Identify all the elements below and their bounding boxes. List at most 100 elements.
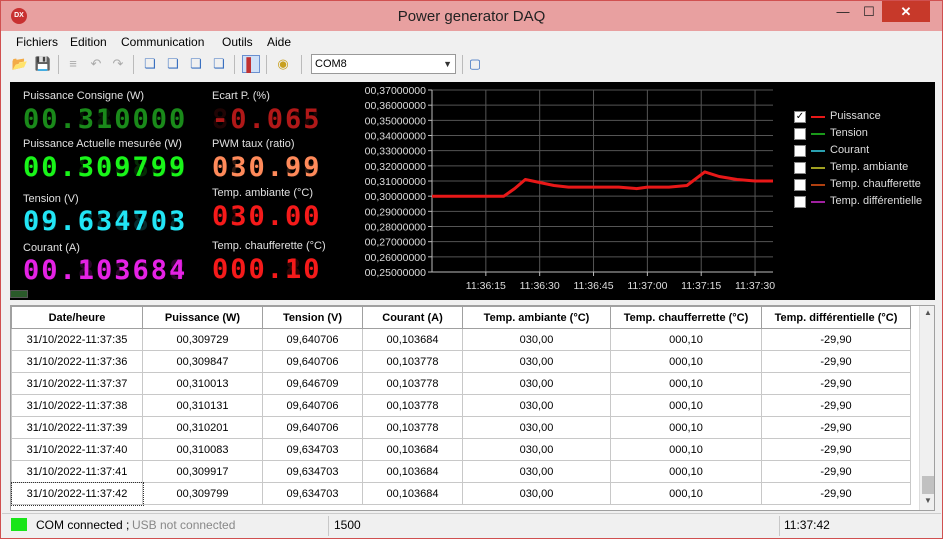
column-header[interactable]: Temp. différentielle (°C) (761, 306, 911, 329)
column-header[interactable]: Temp. chaufferrette (°C) (610, 306, 762, 329)
checkbox-icon[interactable] (794, 179, 806, 191)
redo-icon[interactable]: ↷ (109, 55, 127, 73)
table-cell[interactable]: 030,00 (462, 438, 611, 461)
column-header[interactable]: Courant (A) (362, 306, 463, 329)
legend-item-tension[interactable]: Tension (794, 127, 934, 141)
table-cell[interactable]: 000,10 (610, 460, 762, 483)
table-cell[interactable]: -29,90 (761, 372, 911, 395)
column-header[interactable]: Temp. ambiante (°C) (462, 306, 611, 329)
table-cell[interactable]: -29,90 (761, 482, 911, 505)
column-header[interactable]: Puissance (W) (142, 306, 263, 329)
table-cell[interactable]: 00,309729 (142, 328, 263, 351)
table-cell[interactable]: 030,00 (462, 394, 611, 417)
copy-icon-3[interactable]: ❏ (187, 55, 205, 73)
table-cell[interactable]: 00,103684 (362, 328, 463, 351)
table-cell[interactable]: 00,103778 (362, 394, 463, 417)
table-cell[interactable]: 00,103778 (362, 372, 463, 395)
table-cell[interactable]: 00,310131 (142, 394, 263, 417)
table-cell[interactable]: 000,10 (610, 328, 762, 351)
maximize-button[interactable]: ☐ (856, 1, 882, 22)
table-cell[interactable]: 31/10/2022-11:37:35 (11, 328, 143, 351)
table-cell[interactable]: -29,90 (761, 438, 911, 461)
table-cell[interactable]: 00,103684 (362, 460, 463, 483)
table-cell[interactable]: 31/10/2022-11:37:38 (11, 394, 143, 417)
menu-edition[interactable]: Edition (70, 35, 107, 49)
table-cell[interactable]: 000,10 (610, 372, 762, 395)
table-cell[interactable]: 00,309847 (142, 350, 263, 373)
table-cell[interactable]: 09,640706 (262, 350, 363, 373)
table-row[interactable]: 31/10/2022-11:37:37 00,310013 09,646709 00,… (11, 372, 911, 395)
table-cell[interactable]: 00,309799 (142, 482, 263, 505)
table-cell[interactable]: 00,103684 (362, 438, 463, 461)
open-folder-icon[interactable]: 📂 (11, 55, 29, 73)
table-cell[interactable]: 00,310201 (142, 416, 263, 439)
table-cell[interactable]: 00,310083 (142, 438, 263, 461)
table-cell[interactable]: 31/10/2022-11:37:36 (11, 350, 143, 373)
chart-toggle-icon[interactable]: ▌ (242, 55, 260, 73)
column-header[interactable]: Tension (V) (262, 306, 363, 329)
title-bar[interactable]: DX Power generator DAQ — ☐ ✕ (1, 1, 942, 31)
table-cell[interactable]: 31/10/2022-11:37:39 (11, 416, 143, 439)
table-row[interactable]: 31/10/2022-11:37:42 00,309799 09,634703 00,… (11, 481, 911, 506)
copy-icon-4[interactable]: ❏ (210, 55, 228, 73)
legend-item-temp-ambiante[interactable]: Temp. ambiante (794, 161, 934, 175)
table-cell[interactable]: 31/10/2022-11:37:40 (11, 438, 143, 461)
save-icon[interactable]: 💾 (34, 55, 52, 73)
table-row[interactable]: 31/10/2022-11:37:38 00,310131 09,640706 00,… (11, 394, 911, 417)
table-cell[interactable]: 09,640706 (262, 416, 363, 439)
table-row[interactable]: 31/10/2022-11:37:35 00,309729 09,640706 00,… (11, 328, 911, 351)
table-cell[interactable]: 31/10/2022-11:37:37 (11, 372, 143, 395)
scroll-up-icon[interactable]: ▲ (920, 308, 934, 317)
checkbox-icon[interactable] (794, 128, 806, 140)
table-cell[interactable]: 000,10 (610, 350, 762, 373)
table-cell[interactable]: 030,00 (462, 328, 611, 351)
hierarchy-icon[interactable]: ≡ (64, 55, 82, 73)
scroll-down-icon[interactable]: ▼ (920, 496, 934, 505)
legend-item-temp-chaufferette[interactable]: Temp. chaufferette (794, 178, 934, 192)
table-cell[interactable]: 09,634703 (262, 482, 363, 505)
close-button[interactable]: ✕ (882, 1, 930, 22)
lock-icon[interactable]: ◉ (274, 55, 292, 73)
checkbox-icon[interactable] (794, 162, 806, 174)
scroll-thumb[interactable] (922, 476, 934, 494)
table-cell[interactable]: -29,90 (761, 416, 911, 439)
menu-communication[interactable]: Communication (121, 35, 204, 49)
table-cell[interactable]: 000,10 (610, 416, 762, 439)
table-cell[interactable]: 09,640706 (262, 394, 363, 417)
vertical-scrollbar[interactable]: ▲ ▼ (919, 306, 934, 510)
table-cell[interactable]: 000,10 (610, 394, 762, 417)
legend-item-puissance[interactable]: ✓ Puissance (794, 110, 934, 124)
table-cell[interactable]: 00,310013 (142, 372, 263, 395)
table-cell[interactable]: 31/10/2022-11:37:42 (11, 481, 144, 506)
column-header[interactable]: Date/heure (11, 306, 143, 329)
table-cell[interactable]: -29,90 (761, 328, 911, 351)
table-cell[interactable]: 00,309917 (142, 460, 263, 483)
checkbox-icon[interactable] (794, 145, 806, 157)
copy-icon[interactable]: ❏ (141, 55, 159, 73)
minimize-button[interactable]: — (830, 1, 856, 22)
table-row[interactable]: 31/10/2022-11:37:41 00,309917 09,634703 00,… (11, 460, 911, 483)
com-port-select[interactable]: COM8 ▼ (311, 54, 456, 74)
menu-outils[interactable]: Outils (222, 35, 253, 49)
table-cell[interactable]: 030,00 (462, 350, 611, 373)
table-cell[interactable]: 030,00 (462, 460, 611, 483)
undo-icon[interactable]: ↶ (87, 55, 105, 73)
table-cell[interactable]: 00,103684 (362, 482, 463, 505)
checkbox-icon[interactable]: ✓ (794, 111, 806, 123)
checkbox-icon[interactable] (794, 196, 806, 208)
menu-aide[interactable]: Aide (267, 35, 291, 49)
table-cell[interactable]: 00,103778 (362, 416, 463, 439)
table-cell[interactable]: -29,90 (761, 350, 911, 373)
table-cell[interactable]: -29,90 (761, 460, 911, 483)
legend-item-temp-differentielle[interactable]: Temp. différentielle (794, 195, 934, 209)
copy-icon-2[interactable]: ❏ (164, 55, 182, 73)
table-row[interactable]: 31/10/2022-11:37:40 00,310083 09,634703 00,… (11, 438, 911, 461)
table-cell[interactable]: 030,00 (462, 416, 611, 439)
table-cell[interactable]: 000,10 (610, 482, 762, 505)
table-cell[interactable]: 00,103778 (362, 350, 463, 373)
legend-item-courant[interactable]: Courant (794, 144, 934, 158)
table-cell[interactable]: 31/10/2022-11:37:41 (11, 460, 143, 483)
table-cell[interactable]: 000,10 (610, 438, 762, 461)
table-cell[interactable]: 09,646709 (262, 372, 363, 395)
table-row[interactable]: 31/10/2022-11:37:39 00,310201 09,640706 00,… (11, 416, 911, 439)
